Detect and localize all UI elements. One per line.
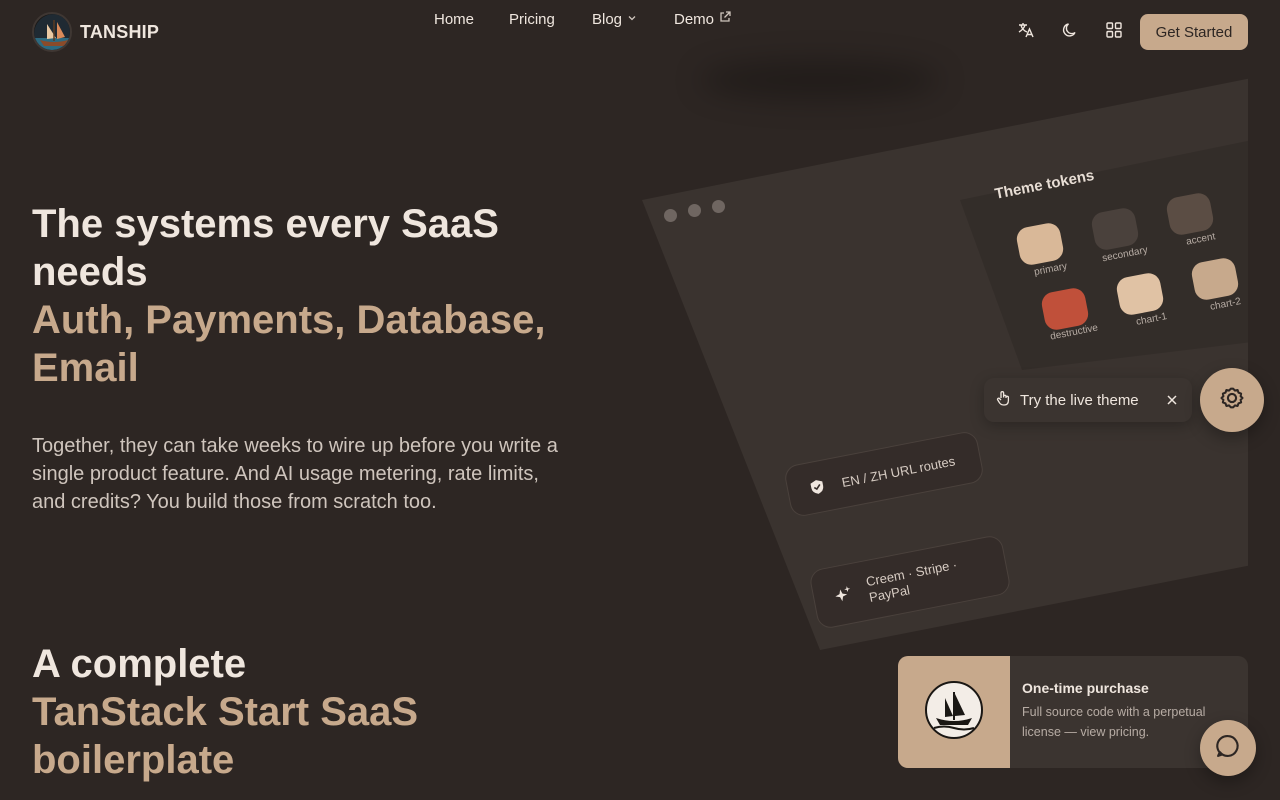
feature-payments-label: Creem · Stripe · PayPal — [864, 556, 959, 605]
feature-url-routes-label: EN / ZH URL routes — [840, 452, 957, 490]
close-icon[interactable] — [1162, 390, 1182, 410]
landing-page: TANSHIP Home Pricing Blog Demo Get Start… — [0, 0, 1280, 800]
ship-badge-icon — [924, 680, 984, 745]
gear-icon — [1218, 384, 1246, 417]
purchase-description: Full source code with a perpetual licens… — [1022, 705, 1206, 739]
purchase-image — [898, 656, 1010, 768]
purchase-title: One-time purchase — [1022, 680, 1149, 696]
live-theme-label: Try the live theme — [1020, 391, 1139, 409]
live-theme-prompt[interactable]: Try the live theme — [984, 378, 1192, 422]
window-dot — [712, 200, 725, 213]
chat-button[interactable] — [1200, 720, 1256, 776]
purchase-card[interactable]: One-time purchase Full source code with … — [898, 656, 1248, 768]
window-dot — [688, 204, 701, 217]
theme-settings-button[interactable] — [1200, 368, 1264, 432]
pointer-hand-icon — [994, 389, 1012, 411]
sparkles-icon — [830, 582, 856, 608]
window-dot — [664, 209, 677, 222]
shield-check-icon — [804, 474, 830, 500]
chat-bubble-icon — [1214, 732, 1242, 765]
